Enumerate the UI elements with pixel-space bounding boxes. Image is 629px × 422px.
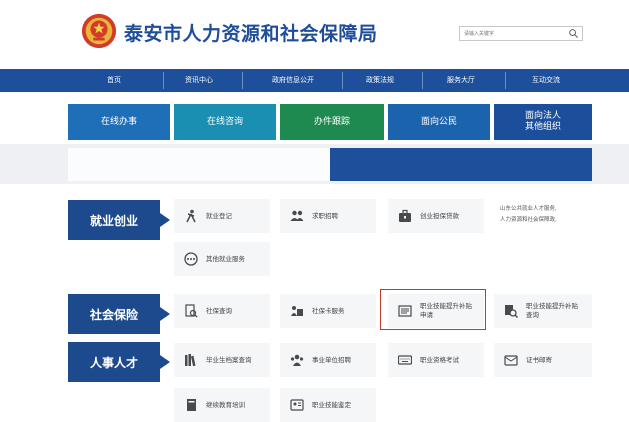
nav-policy[interactable]: 政策法规 <box>350 69 410 92</box>
magnifier-document-icon <box>505 305 518 318</box>
nav-divider <box>342 72 343 89</box>
nav-home[interactable]: 首页 <box>84 69 144 92</box>
service-label: 事业单位招聘 <box>312 355 351 364</box>
nav-divider <box>163 72 164 89</box>
national-emblem-icon <box>81 13 117 49</box>
people-icon <box>290 210 304 221</box>
tile-label-line2: 其他组织 <box>524 122 561 132</box>
site-title: 泰安市人力资源和社会保障局 <box>124 23 378 45</box>
tile-label: 在线办事 <box>100 116 137 127</box>
service-employment-registration[interactable]: 就业登记 <box>174 199 270 233</box>
service-label: 职业技能鉴定 <box>312 400 351 409</box>
service-label: 证书邮寄 <box>526 355 552 364</box>
tile-for-citizens[interactable]: 面向公民 <box>388 104 490 140</box>
category-social-insurance[interactable]: 社会保险 <box>68 294 170 334</box>
search-input[interactable] <box>462 28 570 39</box>
tile-for-legal-persons[interactable]: 面向法人 其他组织 <box>494 104 592 140</box>
service-public-institution-recruit[interactable]: 事业单位招聘 <box>280 343 376 377</box>
service-qualification-exam[interactable]: 职业资格考试 <box>388 343 484 377</box>
note-line: 人力资源和社会保障政, <box>500 217 557 223</box>
nav-interaction[interactable]: 互动交流 <box>516 69 576 92</box>
service-skill-appraisal[interactable]: 职业技能鉴定 <box>280 388 376 422</box>
highlight-box <box>380 289 486 330</box>
service-label: 其他就业服务 <box>206 254 245 263</box>
search-box[interactable] <box>459 26 583 41</box>
tile-tracking[interactable]: 办件跟踪 <box>280 104 384 140</box>
nav-news[interactable]: 资讯中心 <box>169 69 229 92</box>
more-icon <box>184 252 198 266</box>
tile-online-service[interactable]: 在线办事 <box>68 104 170 140</box>
service-skill-subsidy-query[interactable]: 职业技能提升补贴查询 <box>494 294 592 328</box>
service-label: 职业资格考试 <box>420 355 459 364</box>
tile-label: 在线咨询 <box>206 116 243 127</box>
tile-label: 面向公民 <box>420 116 457 127</box>
nav-divider <box>422 72 423 89</box>
nav-gov-info[interactable]: 政府信息公开 <box>254 69 332 92</box>
service-other-employment[interactable]: 其他就业服务 <box>174 242 270 276</box>
keyboard-icon <box>398 355 412 365</box>
group-icon <box>290 354 304 366</box>
mail-icon <box>504 355 518 366</box>
service-label: 就业登记 <box>206 211 232 220</box>
card-service-icon <box>291 306 303 316</box>
search-icon[interactable] <box>568 28 579 39</box>
nav-divider <box>505 72 506 89</box>
service-certificate-mail[interactable]: 证书邮寄 <box>494 343 592 377</box>
books-icon <box>185 354 196 367</box>
main-nav: 首页 资讯中心 政府信息公开 政策法规 服务大厅 互动交流 <box>0 69 629 92</box>
service-graduate-archive[interactable]: 毕业生档案查询 <box>174 343 270 377</box>
band-left-panel <box>68 148 330 181</box>
service-label: 职业技能提升补贴查询 <box>526 302 578 319</box>
document-search-icon <box>185 304 198 318</box>
person-walking-icon <box>186 209 196 223</box>
service-continuing-education[interactable]: 继续教育培训 <box>174 388 270 422</box>
service-label: 社保卡服务 <box>312 306 345 315</box>
service-social-security-card[interactable]: 社保卡服务 <box>280 294 376 328</box>
book-icon <box>187 399 196 411</box>
service-label: 创业担保贷款 <box>420 211 459 220</box>
tile-label-line1: 面向法人 <box>524 111 561 121</box>
nav-service-hall[interactable]: 服务大厅 <box>431 69 491 92</box>
service-label: 毕业生档案查询 <box>206 355 252 364</box>
tile-label: 办件跟踪 <box>313 116 350 127</box>
employment-note: 山东公共就业人才服务, 人力资源和社会保障政, <box>500 204 600 226</box>
briefcase-icon <box>399 209 411 222</box>
tile-online-consult[interactable]: 在线咨询 <box>174 104 276 140</box>
service-social-security-query[interactable]: 社保查询 <box>174 294 270 328</box>
note-line: 山东公共就业人才服务, <box>500 206 557 212</box>
category-employment[interactable]: 就业创业 <box>68 200 170 240</box>
service-label: 继续教育培训 <box>206 400 245 409</box>
nav-divider <box>242 72 243 89</box>
service-job-recruitment[interactable]: 求职招聘 <box>280 199 376 233</box>
service-startup-loan[interactable]: 创业担保贷款 <box>388 199 484 233</box>
id-card-icon <box>290 399 304 411</box>
service-label: 社保查询 <box>206 306 232 315</box>
service-label: 求职招聘 <box>312 211 338 220</box>
category-talent[interactable]: 人事人才 <box>68 342 170 382</box>
band-right-panel <box>330 148 592 181</box>
